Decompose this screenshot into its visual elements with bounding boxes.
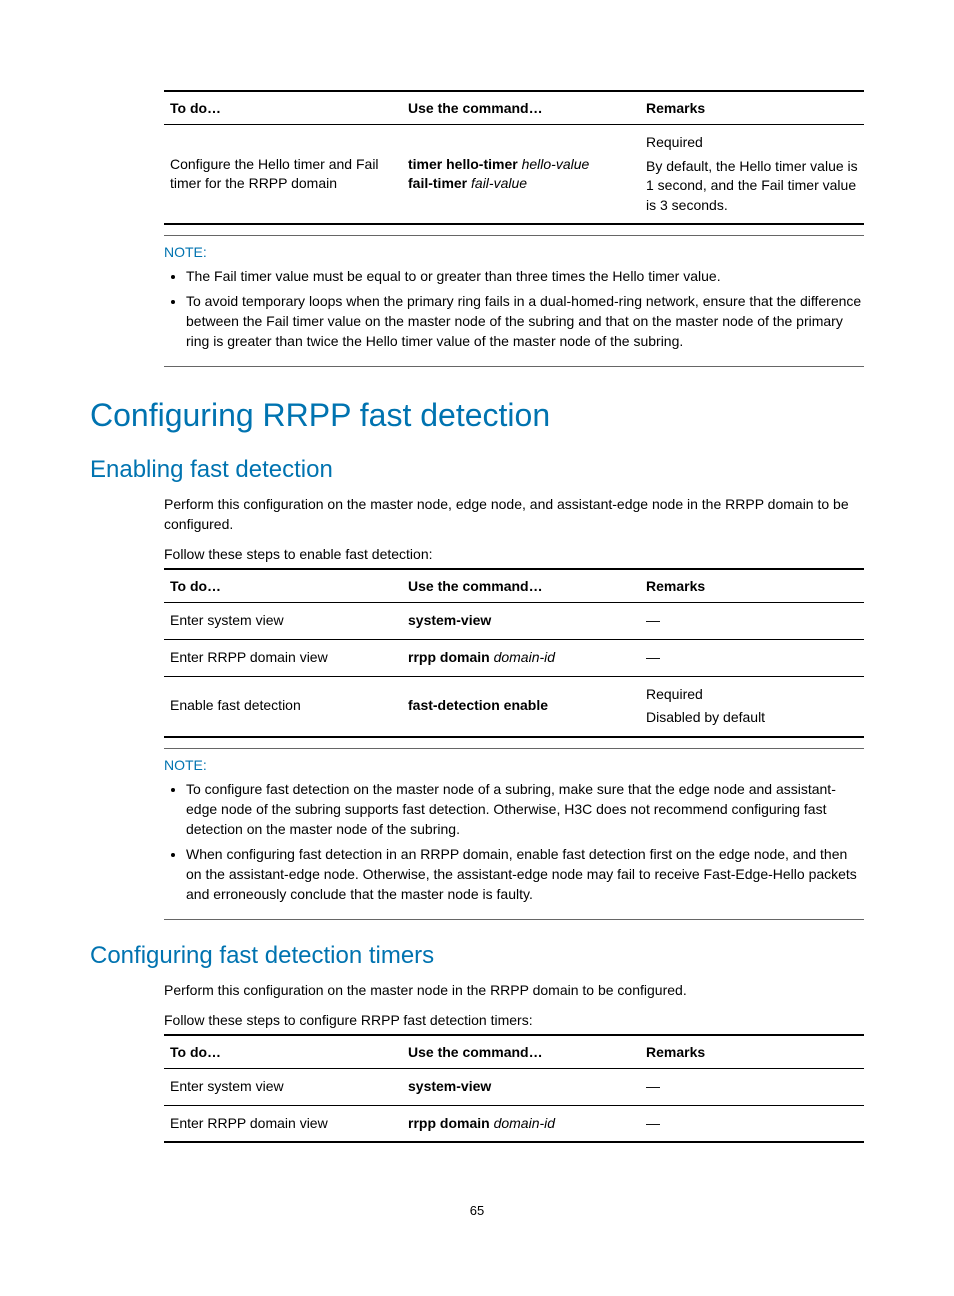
table-header: To do… (164, 1035, 402, 1069)
note-item: To avoid temporary loops when the primar… (186, 291, 864, 352)
table-fast-detection-timers: To do… Use the command… Remarks Enter sy… (164, 1034, 864, 1143)
table-row: Enter system view system-view — (164, 603, 864, 640)
table-header: Remarks (640, 91, 864, 125)
cell-command: fast-detection enable (402, 676, 640, 737)
table-header: Remarks (640, 1035, 864, 1069)
cmd-bold: fast-detection enable (408, 697, 548, 713)
table-caption: Follow these steps to configure RRPP fas… (164, 1010, 864, 1030)
table-header: To do… (164, 91, 402, 125)
table-row: Configure the Hello timer and Fail timer… (164, 125, 864, 225)
paragraph: Perform this configuration on the master… (164, 494, 864, 535)
table-rrpp-timers: To do… Use the command… Remarks Configur… (164, 90, 864, 225)
table-row: Enter RRPP domain view rrpp domain domai… (164, 640, 864, 677)
page-number: 65 (90, 1203, 864, 1218)
table-enable-fast-detection: To do… Use the command… Remarks Enter sy… (164, 568, 864, 737)
cmd-bold: rrpp domain (408, 1115, 490, 1131)
note-item: When configuring fast detection in an RR… (186, 844, 864, 905)
heading-2-timers: Configuring fast detection timers (90, 942, 864, 970)
note-item: To configure fast detection on the maste… (186, 779, 864, 840)
cell-todo: Enable fast detection (164, 676, 402, 737)
paragraph: Perform this configuration on the master… (164, 980, 864, 1000)
page: To do… Use the command… Remarks Configur… (0, 0, 954, 1258)
cell-todo: Enter RRPP domain view (164, 1105, 402, 1142)
cell-remarks: — (640, 603, 864, 640)
table-row: Enter system view system-view — (164, 1069, 864, 1106)
cell-remarks: Required Disabled by default (640, 676, 864, 737)
cell-command: rrpp domain domain-id (402, 1105, 640, 1142)
cell-remarks: — (640, 1069, 864, 1106)
remark-line: Required (646, 685, 858, 705)
table-header: Use the command… (402, 569, 640, 603)
remark-line: Disabled by default (646, 708, 858, 728)
cmd-bold: system-view (408, 1078, 491, 1094)
heading-1: Configuring RRPP fast detection (90, 397, 864, 434)
table-header: To do… (164, 569, 402, 603)
cell-todo: Enter system view (164, 603, 402, 640)
table-header: Remarks (640, 569, 864, 603)
cell-command: system-view (402, 603, 640, 640)
heading-2-enabling: Enabling fast detection (90, 456, 864, 484)
table-caption: Follow these steps to enable fast detect… (164, 544, 864, 564)
cell-remarks: Required By default, the Hello timer val… (640, 125, 864, 225)
cell-todo: Enter system view (164, 1069, 402, 1106)
table-header: Use the command… (402, 91, 640, 125)
cmd-arg: domain-id (494, 649, 555, 665)
remark-line: By default, the Hello timer value is 1 s… (646, 157, 858, 216)
cell-todo: Configure the Hello timer and Fail timer… (164, 125, 402, 225)
cell-remarks: — (640, 640, 864, 677)
note-item: The Fail timer value must be equal to or… (186, 266, 864, 286)
cell-todo: Enter RRPP domain view (164, 640, 402, 677)
note-block: NOTE: To configure fast detection on the… (164, 748, 864, 920)
cell-remarks: — (640, 1105, 864, 1142)
table-header: Use the command… (402, 1035, 640, 1069)
note-label: NOTE: (164, 244, 864, 260)
cmd-arg: domain-id (494, 1115, 555, 1131)
table-row: Enter RRPP domain view rrpp domain domai… (164, 1105, 864, 1142)
cmd-bold: rrpp domain (408, 649, 490, 665)
note-label: NOTE: (164, 757, 864, 773)
cmd-arg: hello-value (522, 156, 590, 172)
cell-command: rrpp domain domain-id (402, 640, 640, 677)
cmd-arg: fail-value (471, 175, 527, 191)
note-block: NOTE: The Fail timer value must be equal… (164, 235, 864, 366)
cell-command: system-view (402, 1069, 640, 1106)
cmd-bold: timer hello-timer (408, 156, 518, 172)
table-row: Enable fast detection fast-detection ena… (164, 676, 864, 737)
cmd-bold: fail-timer (408, 175, 467, 191)
remark-line: Required (646, 133, 858, 153)
cell-command: timer hello-timer hello-value fail-timer… (402, 125, 640, 225)
cmd-bold: system-view (408, 612, 491, 628)
